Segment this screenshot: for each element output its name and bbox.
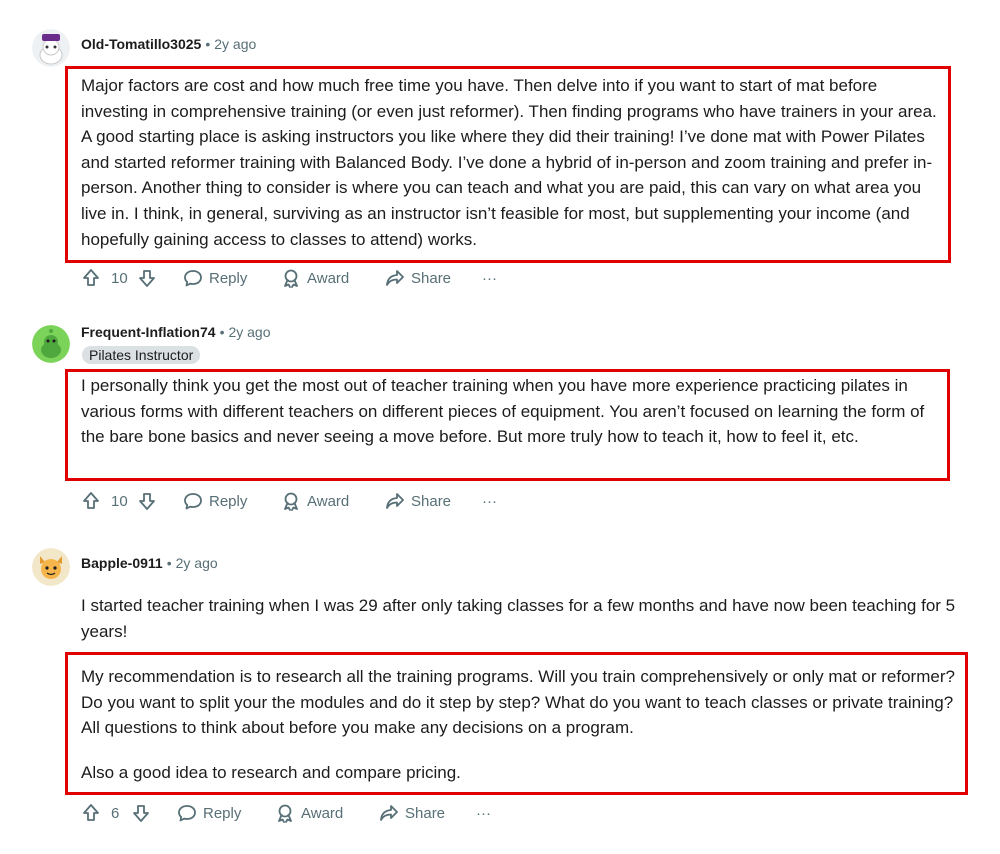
author-name[interactable]: Frequent-Inflation74 (81, 324, 216, 340)
award-icon (284, 269, 298, 288)
reply-button[interactable]: Reply (183, 489, 247, 513)
comment-text: I started teacher training when I was 29… (81, 596, 956, 641)
share-icon (386, 493, 404, 509)
upvote-icon (83, 804, 99, 821)
vote-score: 6 (111, 804, 120, 822)
upvote-icon (83, 269, 99, 286)
reply-icon (178, 805, 196, 822)
author-name[interactable]: Bapple-0911 (81, 555, 163, 571)
comment-age: 2y ago (214, 36, 257, 52)
reply-label: Reply (203, 804, 242, 822)
more-icon: ··· (482, 492, 497, 510)
comment-age: 2y ago (175, 555, 218, 571)
reply-label: Reply (209, 492, 248, 510)
share-button[interactable]: Share (385, 266, 451, 290)
downvote-icon (139, 270, 155, 287)
comment-meta: Old-Tomatillo3025 • 2y ago (81, 36, 257, 52)
upvote-button[interactable] (81, 489, 101, 513)
more-options-button[interactable]: ··· (476, 801, 491, 825)
reply-icon (184, 493, 202, 510)
award-label: Award (307, 492, 350, 510)
avatar-bapple[interactable] (32, 548, 70, 586)
downvote-icon (139, 493, 155, 510)
award-button[interactable]: Award (281, 489, 349, 513)
share-icon (386, 270, 404, 286)
reply-label: Reply (209, 269, 248, 287)
downvote-button[interactable] (137, 266, 157, 290)
comment-text: Major factors are cost and how much free… (81, 76, 937, 249)
award-icon (278, 804, 292, 823)
comment-text: I personally think you get the most out … (81, 376, 925, 447)
share-button[interactable]: Share (385, 489, 451, 513)
more-options-button[interactable]: ··· (482, 266, 497, 290)
vote-score: 10 (111, 269, 128, 287)
comment-text: My recommendation is to research all the… (81, 667, 955, 738)
avatar-frequent-inflation[interactable] (32, 325, 70, 363)
downvote-button[interactable] (131, 801, 151, 825)
more-icon: ··· (482, 269, 497, 287)
comment-meta: Bapple-0911 • 2y ago (81, 555, 218, 571)
more-icon: ··· (476, 804, 491, 822)
reply-button[interactable]: Reply (177, 801, 241, 825)
award-label: Award (307, 269, 350, 287)
share-label: Share (411, 492, 452, 510)
author-name[interactable]: Old-Tomatillo3025 (81, 36, 201, 52)
user-flair: Pilates Instructor (82, 346, 201, 364)
reply-icon (184, 270, 202, 287)
comment-age: 2y ago (228, 324, 271, 340)
share-button[interactable]: Share (379, 801, 445, 825)
share-label: Share (411, 269, 452, 287)
reply-button[interactable]: Reply (183, 266, 247, 290)
share-icon (380, 805, 398, 821)
avatar-old-tomatillo[interactable] (32, 29, 70, 67)
award-button[interactable]: Award (275, 801, 343, 825)
share-label: Share (405, 804, 446, 822)
comment-meta: Frequent-Inflation74 • 2y ago (81, 324, 271, 340)
award-label: Award (301, 804, 344, 822)
more-options-button[interactable]: ··· (482, 489, 497, 513)
downvote-icon (133, 805, 149, 822)
award-button[interactable]: Award (281, 266, 349, 290)
award-icon (284, 492, 298, 511)
downvote-button[interactable] (137, 489, 157, 513)
vote-score: 10 (111, 492, 128, 510)
upvote-button[interactable] (81, 266, 101, 290)
comment-text: Also a good idea to research and compare… (81, 763, 461, 782)
upvote-button[interactable] (81, 801, 101, 825)
upvote-icon (83, 492, 99, 509)
